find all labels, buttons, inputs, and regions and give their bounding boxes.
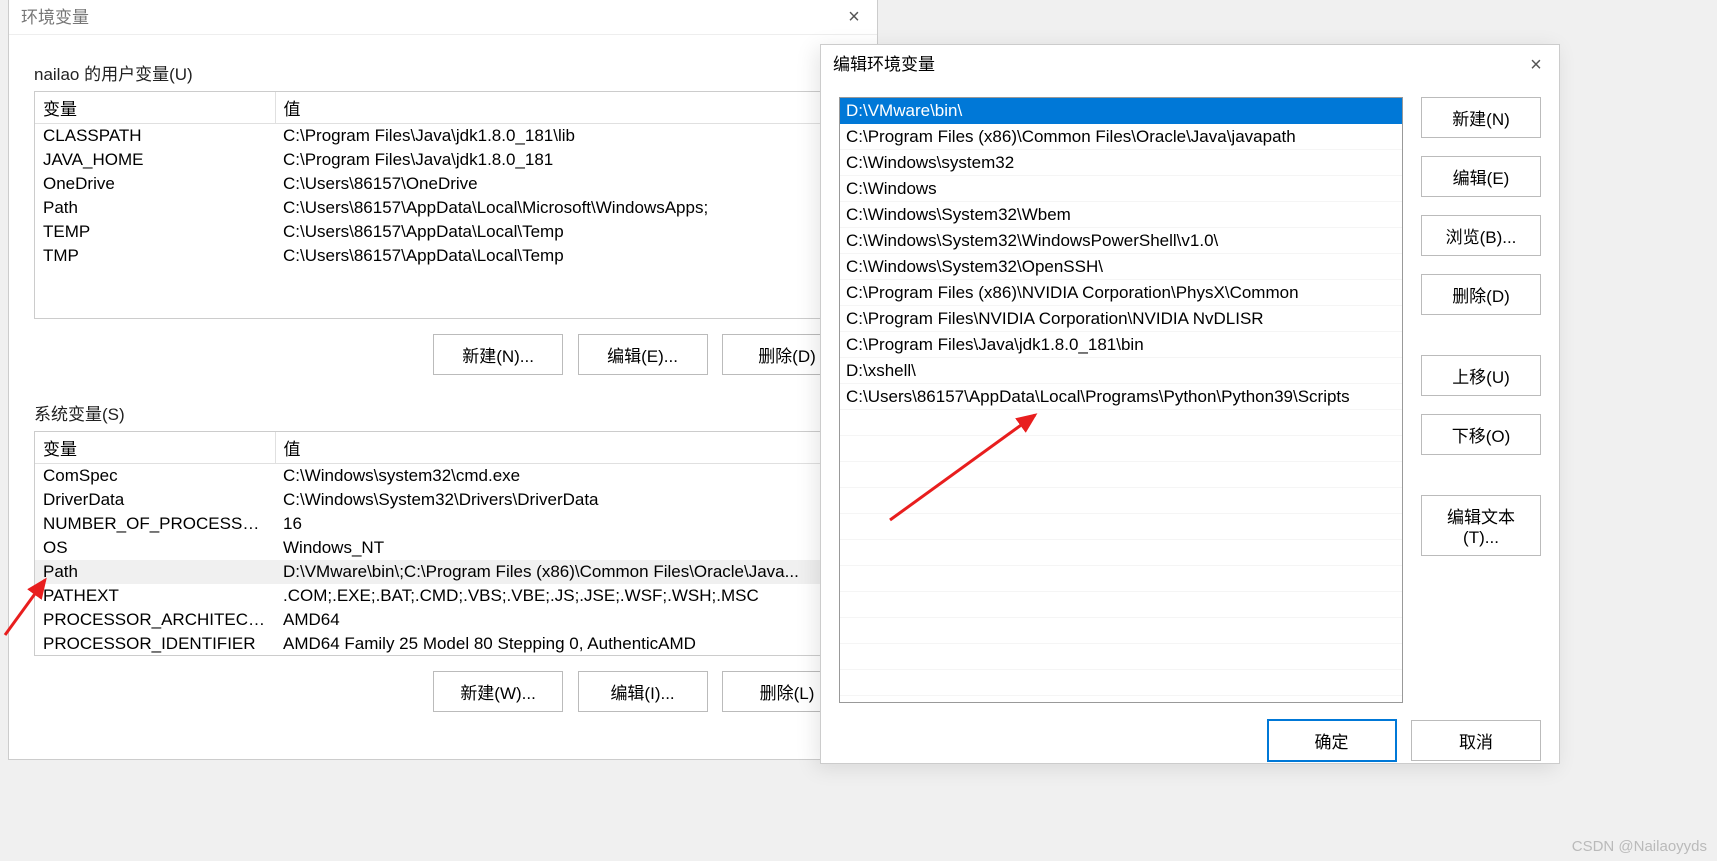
edit-user-var-button[interactable]: 编辑(E)... — [578, 334, 708, 375]
side-button-column: 新建(N) 编辑(E) 浏览(B)... 删除(D) 上移(U) 下移(O) 编… — [1421, 97, 1541, 703]
path-entry[interactable]: C:\Windows\System32\OpenSSH\ — [840, 254, 1402, 280]
edit-text-button[interactable]: 编辑文本(T)... — [1421, 495, 1541, 556]
var-name: Path — [35, 196, 275, 220]
edit-sys-var-button[interactable]: 编辑(I)... — [578, 671, 708, 712]
sys-vars-label: 系统变量(S) — [34, 400, 877, 425]
var-name: ComSpec — [35, 464, 275, 489]
path-entry[interactable]: C:\Windows\System32\WindowsPowerShell\v1… — [840, 228, 1402, 254]
var-name: NUMBER_OF_PROCESSORS — [35, 512, 275, 536]
table-row[interactable]: OSWindows_NT — [35, 536, 851, 560]
table-row[interactable]: PathC:\Users\86157\AppData\Local\Microso… — [35, 196, 851, 220]
var-value: C:\Program Files\Java\jdk1.8.0_181\lib — [275, 124, 851, 149]
user-vars-table-wrap: 变量 值 CLASSPATHC:\Program Files\Java\jdk1… — [34, 91, 852, 319]
env-variables-window: 环境变量 × nailao 的用户变量(U) 变量 值 CLASSPATHC:\… — [8, 0, 878, 760]
table-row[interactable]: PROCESSOR_IDENTIFIERAMD64 Family 25 Mode… — [35, 632, 851, 656]
var-name: DriverData — [35, 488, 275, 512]
path-entry[interactable]: C:\Users\86157\AppData\Local\Programs\Py… — [840, 384, 1402, 410]
close-icon[interactable]: × — [839, 0, 869, 35]
path-entry[interactable]: D:\xshell\ — [840, 358, 1402, 384]
edit-window-title: 编辑环境变量 — [833, 55, 935, 74]
var-name: OS — [35, 536, 275, 560]
var-value: C:\Program Files\Java\jdk1.8.0_181 — [275, 148, 851, 172]
sys-button-row: 新建(W)... 编辑(I)... 删除(L) — [9, 656, 877, 712]
new-user-var-button[interactable]: 新建(N)... — [433, 334, 563, 375]
sys-vars-table[interactable]: 变量 值 ComSpecC:\Windows\system32\cmd.exeD… — [35, 432, 851, 656]
user-button-row: 新建(N)... 编辑(E)... 删除(D) — [9, 319, 877, 375]
var-value: .COM;.EXE;.BAT;.CMD;.VBS;.VBE;.JS;.JSE;.… — [275, 584, 851, 608]
var-value: D:\VMware\bin\;C:\Program Files (x86)\Co… — [275, 560, 851, 584]
var-name: PROCESSOR_ARCHITECTURE — [35, 608, 275, 632]
var-value: C:\Windows\system32\cmd.exe — [275, 464, 851, 489]
path-entry[interactable]: C:\Program Files\Java\jdk1.8.0_181\bin — [840, 332, 1402, 358]
var-value: C:\Windows\System32\Drivers\DriverData — [275, 488, 851, 512]
browse-button[interactable]: 浏览(B)... — [1421, 215, 1541, 256]
new-entry-button[interactable]: 新建(N) — [1421, 97, 1541, 138]
var-name: PATHEXT — [35, 584, 275, 608]
path-entry[interactable]: C:\Program Files (x86)\NVIDIA Corporatio… — [840, 280, 1402, 306]
edit-entry-button[interactable]: 编辑(E) — [1421, 156, 1541, 197]
path-entry[interactable]: D:\VMware\bin\ — [840, 98, 1402, 124]
new-sys-var-button[interactable]: 新建(W)... — [433, 671, 563, 712]
dialog-bottom-buttons: 确定 取消 — [821, 713, 1559, 762]
table-row[interactable]: ComSpecC:\Windows\system32\cmd.exe — [35, 464, 851, 489]
watermark-text: CSDN @Nailaoyyds — [1572, 838, 1707, 855]
var-value: 16 — [275, 512, 851, 536]
env-window-title: 环境变量 — [21, 8, 89, 27]
table-row[interactable]: PROCESSOR_ARCHITECTUREAMD64 — [35, 608, 851, 632]
user-vars-table[interactable]: 变量 值 CLASSPATHC:\Program Files\Java\jdk1… — [35, 92, 851, 268]
move-down-button[interactable]: 下移(O) — [1421, 414, 1541, 455]
edit-env-var-window: 编辑环境变量 × D:\VMware\bin\C:\Program Files … — [820, 44, 1560, 764]
table-row[interactable]: TMPC:\Users\86157\AppData\Local\Temp — [35, 244, 851, 268]
path-entry[interactable]: C:\Windows\System32\Wbem — [840, 202, 1402, 228]
delete-entry-button[interactable]: 删除(D) — [1421, 274, 1541, 315]
var-value: AMD64 — [275, 608, 851, 632]
path-entry[interactable]: C:\Windows — [840, 176, 1402, 202]
user-vars-label: nailao 的用户变量(U) — [34, 60, 877, 85]
var-value: C:\Users\86157\AppData\Local\Temp — [275, 244, 851, 268]
col-header-name[interactable]: 变量 — [35, 432, 275, 464]
var-name: TEMP — [35, 220, 275, 244]
col-header-name[interactable]: 变量 — [35, 92, 275, 124]
var-value: Windows_NT — [275, 536, 851, 560]
table-row[interactable]: NUMBER_OF_PROCESSORS16 — [35, 512, 851, 536]
table-row[interactable]: PathD:\VMware\bin\;C:\Program Files (x86… — [35, 560, 851, 584]
var-value: C:\Users\86157\AppData\Local\Temp — [275, 220, 851, 244]
var-value: C:\Users\86157\OneDrive — [275, 172, 851, 196]
close-icon[interactable]: × — [1521, 45, 1551, 85]
table-row[interactable]: PATHEXT.COM;.EXE;.BAT;.CMD;.VBS;.VBE;.JS… — [35, 584, 851, 608]
col-header-value[interactable]: 值 — [275, 432, 851, 464]
col-header-value[interactable]: 值 — [275, 92, 851, 124]
var-name: OneDrive — [35, 172, 275, 196]
var-name: PROCESSOR_IDENTIFIER — [35, 632, 275, 656]
path-entries-list[interactable]: D:\VMware\bin\C:\Program Files (x86)\Com… — [839, 97, 1403, 703]
path-entry[interactable]: C:\Program Files (x86)\Common Files\Orac… — [840, 124, 1402, 150]
var-name: CLASSPATH — [35, 124, 275, 149]
var-name: JAVA_HOME — [35, 148, 275, 172]
ok-button[interactable]: 确定 — [1267, 719, 1397, 762]
table-row[interactable]: CLASSPATHC:\Program Files\Java\jdk1.8.0_… — [35, 124, 851, 149]
var-value: AMD64 Family 25 Model 80 Stepping 0, Aut… — [275, 632, 851, 656]
path-entry[interactable]: C:\Program Files\NVIDIA Corporation\NVID… — [840, 306, 1402, 332]
edit-window-titlebar: 编辑环境变量 × — [821, 45, 1559, 85]
table-row[interactable]: OneDriveC:\Users\86157\OneDrive — [35, 172, 851, 196]
table-row[interactable]: TEMPC:\Users\86157\AppData\Local\Temp — [35, 220, 851, 244]
cancel-button[interactable]: 取消 — [1411, 720, 1541, 761]
move-up-button[interactable]: 上移(U) — [1421, 355, 1541, 396]
sys-vars-table-wrap: 变量 值 ComSpecC:\Windows\system32\cmd.exeD… — [34, 431, 852, 656]
env-window-titlebar: 环境变量 × — [9, 0, 877, 35]
var-name: TMP — [35, 244, 275, 268]
var-name: Path — [35, 560, 275, 584]
path-entry[interactable]: C:\Windows\system32 — [840, 150, 1402, 176]
table-row[interactable]: DriverDataC:\Windows\System32\Drivers\Dr… — [35, 488, 851, 512]
table-row[interactable]: JAVA_HOMEC:\Program Files\Java\jdk1.8.0_… — [35, 148, 851, 172]
var-value: C:\Users\86157\AppData\Local\Microsoft\W… — [275, 196, 851, 220]
